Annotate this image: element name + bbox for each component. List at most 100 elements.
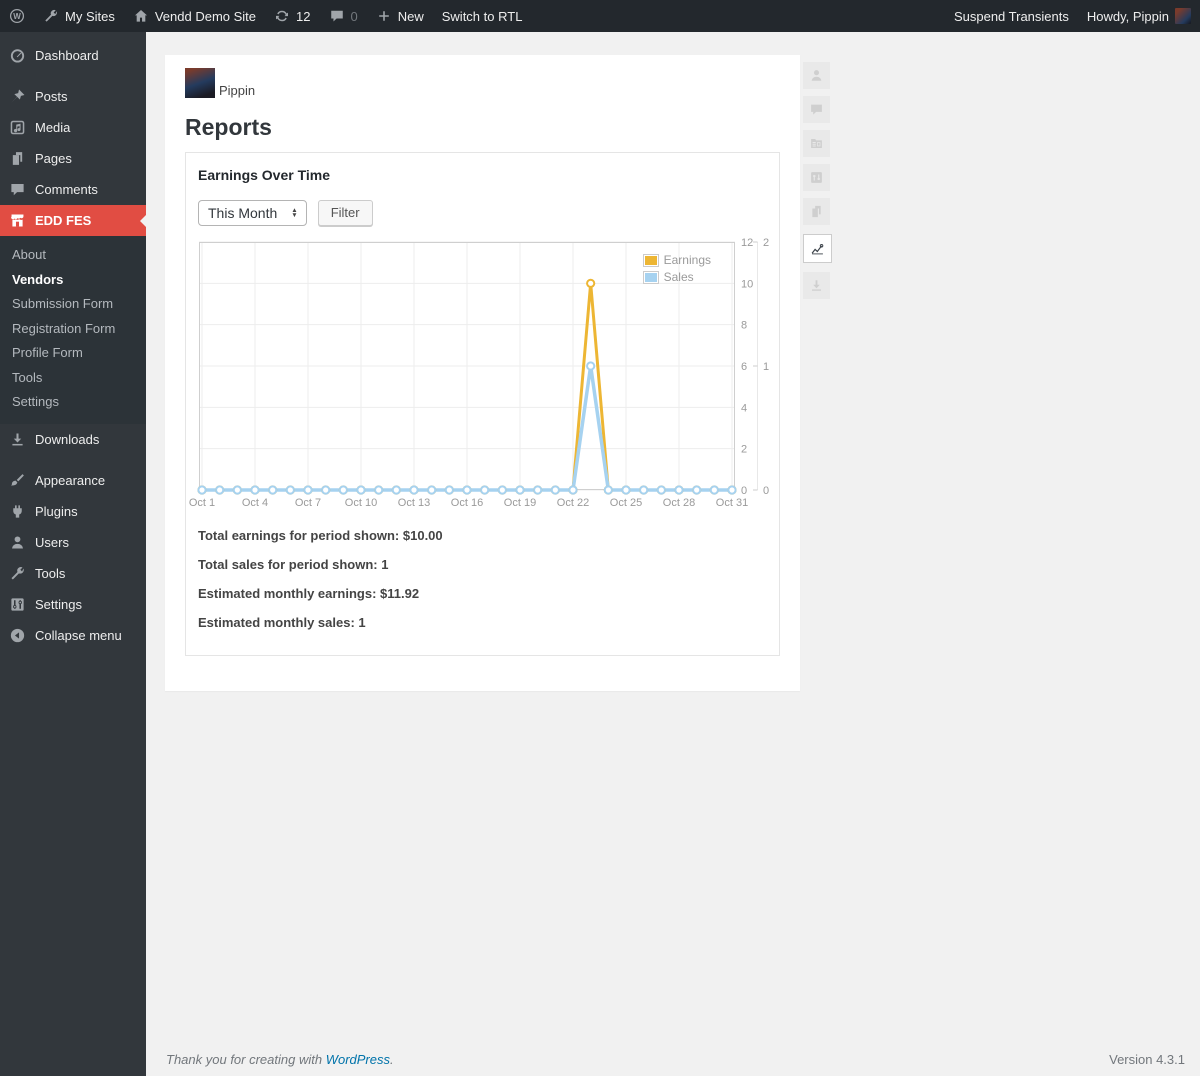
settings-icon (11, 597, 24, 611)
submenu-item-about[interactable]: About (0, 243, 146, 268)
collapse-menu-button[interactable]: Collapse menu (0, 620, 146, 651)
svg-text:Oct 4: Oct 4 (242, 497, 268, 509)
svg-text:Oct 25: Oct 25 (610, 497, 642, 509)
stat-estimated-earnings: Estimated monthly earnings: $11.92 (198, 586, 420, 601)
tab-settings[interactable] (803, 164, 830, 191)
earnings-chart: 0 2 4 6 8 10 12 0 1 2 Oct 1 Oct 4 Oct 7 Oct 10 Oct 13 O… (189, 237, 769, 509)
submenu-item-registration-form[interactable]: Registration Form (0, 317, 146, 342)
download-icon (812, 280, 821, 291)
vendor-name: Pippin (219, 83, 256, 98)
sidebar-item-users[interactable]: Users (0, 527, 146, 558)
tab-reports[interactable] (803, 234, 832, 263)
earnings-legend-label: Earnings (663, 253, 711, 267)
svg-text:1: 1 (763, 361, 769, 373)
avatar (1175, 8, 1191, 24)
storefront-icon (11, 214, 24, 227)
svg-text:6: 6 (741, 361, 747, 373)
svg-text:Oct 28: Oct 28 (663, 497, 695, 509)
sidebar-item-dashboard[interactable]: Dashboard (0, 40, 146, 71)
svg-text:Oct 19: Oct 19 (504, 497, 536, 509)
svg-text:Oct 10: Oct 10 (345, 497, 377, 509)
tab-downloads[interactable] (803, 272, 830, 299)
filter-button[interactable]: Filter (317, 200, 373, 226)
period-select[interactable]: This Month ▲ ▼ (198, 200, 307, 226)
svg-text:Oct 13: Oct 13 (398, 497, 430, 509)
comment-bubble-icon (11, 183, 24, 196)
home-icon (134, 10, 147, 22)
wrench-icon (45, 9, 57, 22)
sidebar-item-edd-fes[interactable]: EDD FES (0, 205, 146, 236)
earnings-panel: Earnings Over Time This Month ▲ ▼ Filter … (185, 152, 780, 656)
products-icon (811, 139, 822, 148)
user-icon (12, 535, 23, 548)
submenu-item-settings[interactable]: Settings (0, 390, 146, 415)
dashboard-icon (10, 49, 25, 63)
sidebar-item-comments[interactable]: Comments (0, 174, 146, 205)
sidebar-item-posts[interactable]: Posts (0, 81, 146, 112)
tab-profile[interactable] (803, 62, 830, 89)
download-icon (12, 433, 23, 445)
updates-menu[interactable]: 12 (265, 0, 319, 32)
suspend-transients-button[interactable]: Suspend Transients (945, 0, 1078, 32)
my-account-menu[interactable]: Howdy, Pippin (1078, 0, 1200, 32)
comment-bubble-icon (811, 104, 822, 115)
user-icon (811, 70, 822, 81)
svg-text:0: 0 (741, 485, 747, 497)
sidebar-item-appearance[interactable]: Appearance (0, 465, 146, 496)
svg-text:W: W (13, 12, 21, 21)
submenu-item-submission-form[interactable]: Submission Form (0, 292, 146, 317)
sidebar-item-pages[interactable]: Pages (0, 143, 146, 174)
update-count: 12 (296, 8, 311, 24)
my-sites-label: My Sites (65, 8, 115, 24)
wordpress-logo-icon: W (9, 8, 25, 24)
sidebar-item-tools[interactable]: Tools (0, 558, 146, 589)
sales-legend-label: Sales (663, 270, 694, 284)
switch-rtl-button[interactable]: Switch to RTL (433, 0, 532, 32)
sliders-icon (811, 172, 822, 183)
select-arrows-icon: ▲ ▼ (291, 206, 298, 219)
howdy-label: Howdy, Pippin (1086, 8, 1169, 24)
submenu-item-tools[interactable]: Tools (0, 366, 146, 391)
site-name-menu[interactable]: Vendd Demo Site (124, 0, 265, 32)
sidebar-item-media[interactable]: Media (0, 112, 146, 143)
svg-text:10: 10 (741, 278, 753, 290)
brush-icon (11, 473, 24, 486)
submenu-item-vendors[interactable]: Vendors (0, 268, 146, 293)
svg-text:Oct 31: Oct 31 (716, 497, 748, 509)
wrench-icon (11, 566, 24, 580)
sidebar-item-settings[interactable]: Settings (0, 589, 146, 620)
footer-thanks-text: Thank you for creating with (166, 1052, 323, 1067)
sales-legend-swatch (642, 270, 659, 284)
sidebar-item-plugins[interactable]: Plugins (0, 496, 146, 527)
new-label: New (397, 8, 424, 24)
tab-pages[interactable] (803, 198, 830, 225)
site-name-label: Vendd Demo Site (154, 8, 257, 24)
wordpress-link[interactable]: WordPress (326, 1052, 390, 1067)
svg-text:4: 4 (741, 402, 747, 414)
svg-text:Oct 16: Oct 16 (451, 497, 483, 509)
submenu-item-profile-form[interactable]: Profile Form (0, 341, 146, 366)
update-icon (276, 10, 289, 22)
my-sites-menu[interactable]: My Sites (34, 0, 124, 32)
edd-fes-submenu: About Vendors Submission Form Registrati… (0, 236, 146, 424)
pin-icon (11, 89, 25, 103)
vendor-tab-strip (803, 62, 832, 299)
tab-comments[interactable] (803, 96, 830, 123)
comment-bubble-icon (330, 10, 343, 22)
page-title: Reports (185, 114, 272, 140)
sidebar-item-downloads[interactable]: Downloads (0, 424, 146, 455)
period-stats: Total earnings for period shown: $10.00 … (198, 529, 767, 629)
stat-total-earnings: Total earnings for period shown: $10.00 (198, 528, 443, 543)
stat-estimated-sales: Estimated monthly sales: 1 (198, 615, 366, 630)
pages-icon (812, 205, 821, 218)
wp-logo-menu[interactable]: W (0, 0, 34, 32)
new-content-menu[interactable]: New (367, 0, 433, 32)
svg-text:0: 0 (763, 485, 769, 497)
tab-products[interactable] (803, 130, 830, 157)
comments-menu[interactable]: 0 (320, 0, 367, 32)
content-area: Pippin Reports Earnings Over Time This M… (146, 32, 1200, 1076)
vendor-avatar (185, 68, 215, 98)
svg-text:2: 2 (763, 237, 769, 249)
svg-text:Oct 22: Oct 22 (557, 497, 589, 509)
svg-text:Oct 7: Oct 7 (295, 497, 321, 509)
